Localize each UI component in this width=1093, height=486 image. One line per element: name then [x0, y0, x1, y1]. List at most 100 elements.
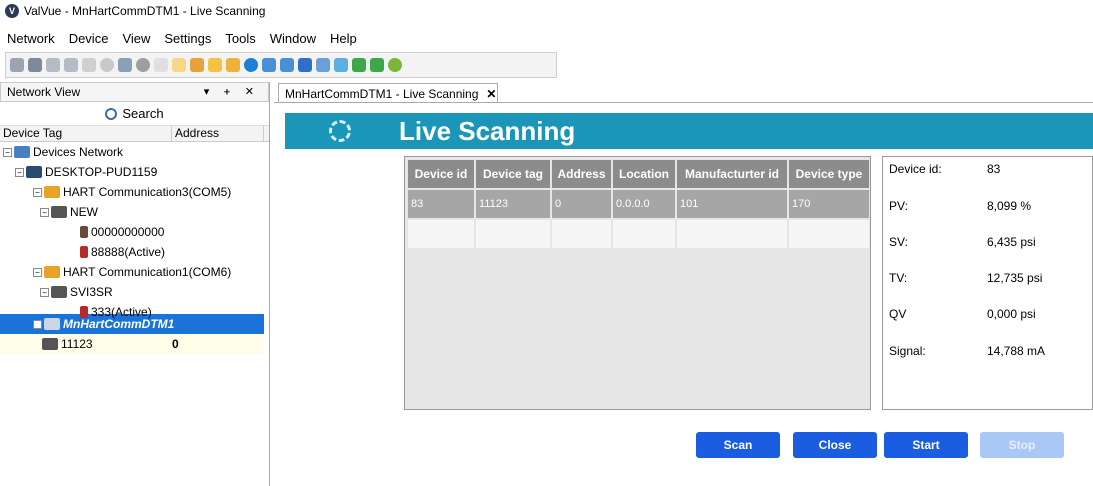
collapse-icon[interactable]: − [15, 167, 24, 177]
tree-node-device-00000000000[interactable]: 00000000000 [80, 222, 164, 242]
table-cell-empty[interactable] [408, 220, 474, 248]
detail-label-pv: PV: [889, 199, 908, 213]
toolbar [5, 52, 557, 78]
collapse-icon[interactable]: − [3, 147, 12, 157]
menu-network[interactable]: Network [7, 31, 55, 46]
table-cell[interactable]: 11123 [476, 190, 550, 218]
tree-node-hart-com6[interactable]: − HART Communication1(COM6) [33, 262, 231, 282]
gear-icon [329, 120, 351, 142]
upload-icon[interactable] [298, 58, 312, 72]
monitor-icon[interactable] [262, 58, 276, 72]
device-icon[interactable] [46, 58, 60, 72]
export-icon[interactable] [334, 58, 348, 72]
check-icon[interactable] [388, 58, 402, 72]
menu-view[interactable]: View [122, 31, 150, 46]
col-device-tag[interactable]: Device Tag [0, 126, 172, 141]
table-cell[interactable]: 101 [677, 190, 787, 218]
device-address: 0 [172, 337, 179, 351]
detail-value-qv: 0,000 psi [987, 307, 1036, 321]
detail-label-qv: QV [889, 307, 907, 321]
dtm-icon [42, 338, 58, 350]
close-button[interactable]: Close [793, 432, 877, 458]
table-cell-empty[interactable] [677, 220, 787, 248]
panel-controls-icon[interactable]: ▾ ᚐ ✕ [204, 85, 260, 98]
globe-icon[interactable] [244, 58, 258, 72]
tree-node-device-11123[interactable]: 11123 0 [0, 334, 264, 354]
menu-window[interactable]: Window [270, 31, 316, 46]
live-scanning-banner: Live Scanning [285, 113, 1093, 149]
network-view-header: Network View ▾ ᚐ ✕ [0, 82, 269, 102]
collapse-icon[interactable]: − [33, 319, 42, 329]
tab-divider [274, 102, 1093, 103]
arrow-icon[interactable] [190, 58, 204, 72]
tree-node-mnhartcommdtm1[interactable]: − MnHartCommDTM1 [33, 314, 174, 334]
scan-button[interactable]: Scan [696, 432, 780, 458]
step-icon[interactable] [82, 58, 96, 72]
device2-icon[interactable] [64, 58, 78, 72]
detail-label-sv: SV: [889, 235, 908, 249]
detail-value-tv: 12,735 psi [987, 271, 1043, 285]
table-cell-empty[interactable] [476, 220, 550, 248]
collapse-icon[interactable]: − [40, 207, 49, 217]
folder2-icon[interactable] [226, 58, 240, 72]
table-cell-empty[interactable] [552, 220, 611, 248]
collapse-icon[interactable]: − [40, 287, 49, 297]
search-icon [105, 107, 118, 120]
connect-icon[interactable] [10, 58, 24, 72]
collapse-icon[interactable]: − [33, 187, 42, 197]
start-button[interactable]: Start [884, 432, 968, 458]
filter-icon[interactable] [154, 58, 168, 72]
computer-icon [26, 166, 42, 178]
search-label: Search [122, 106, 164, 121]
menu-help[interactable]: Help [330, 31, 357, 46]
valve-active-icon [80, 246, 88, 258]
table-header-device-tag[interactable]: Device tag [476, 160, 550, 188]
menu-device[interactable]: Device [69, 31, 109, 46]
disconnect-icon[interactable] [28, 58, 42, 72]
table-header-address[interactable]: Address [552, 160, 611, 188]
detail-value-signal: 14,788 mA [987, 344, 1046, 358]
table-cell[interactable]: 170 [789, 190, 869, 218]
table-cell-empty[interactable] [789, 220, 869, 248]
menu-settings[interactable]: Settings [164, 31, 211, 46]
detail-value-device-id: 83 [987, 162, 1001, 176]
table-cell-empty[interactable] [613, 220, 675, 248]
tree-node-desktop[interactable]: − DESKTOP-PUD1159 [15, 162, 157, 182]
table-cell[interactable]: 0.0.0.0 [613, 190, 675, 218]
network-icon [14, 146, 30, 158]
search-icon[interactable] [118, 58, 132, 72]
tab-live-scanning[interactable]: MnHartCommDTM1 - Live Scanning ✕ [278, 83, 498, 103]
hart-modem-icon [44, 186, 60, 198]
folder-icon[interactable] [208, 58, 222, 72]
eye-icon[interactable] [136, 58, 150, 72]
table-header-location[interactable]: Location [613, 160, 675, 188]
network-view-panel: Network View ▾ ᚐ ✕ Search Device Tag Add… [0, 82, 270, 486]
tree-node-svi3sr[interactable]: − SVI3SR [40, 282, 113, 302]
col-address[interactable]: Address [172, 126, 264, 141]
table-cell[interactable]: 0 [552, 190, 611, 218]
close-tab-icon[interactable]: ✕ [486, 87, 496, 101]
tree-node-new[interactable]: − NEW [40, 202, 98, 222]
detail-label-tv: TV: [889, 271, 908, 285]
menu-tools[interactable]: Tools [225, 31, 255, 46]
tree-node-hart-com5[interactable]: − HART Communication3(COM5) [33, 182, 231, 202]
stop-button[interactable]: Stop [980, 432, 1064, 458]
table-header-device-type[interactable]: Device type [789, 160, 869, 188]
table-header-manufacturer-id[interactable]: Manufacturter id [677, 160, 787, 188]
search-button[interactable]: Search [0, 102, 269, 126]
stop-icon[interactable] [100, 58, 114, 72]
import2-icon[interactable] [370, 58, 384, 72]
download-icon[interactable] [316, 58, 330, 72]
detail-label-signal: Signal: [889, 344, 926, 358]
collapse-icon[interactable]: − [33, 267, 42, 277]
table-cell[interactable]: 83 [408, 190, 474, 218]
f-icon[interactable] [172, 58, 186, 72]
detail-label-device-id: Device id: [889, 162, 942, 176]
import-icon[interactable] [352, 58, 366, 72]
monitor2-icon[interactable] [280, 58, 294, 72]
network-view-title: Network View [7, 85, 81, 99]
tree-node-device-88888[interactable]: 88888(Active) [80, 242, 165, 262]
detail-value-sv: 6,435 psi [987, 235, 1036, 249]
table-header-device-id[interactable]: Device id [408, 160, 474, 188]
tree-node-devices-network[interactable]: − Devices Network [3, 142, 123, 162]
